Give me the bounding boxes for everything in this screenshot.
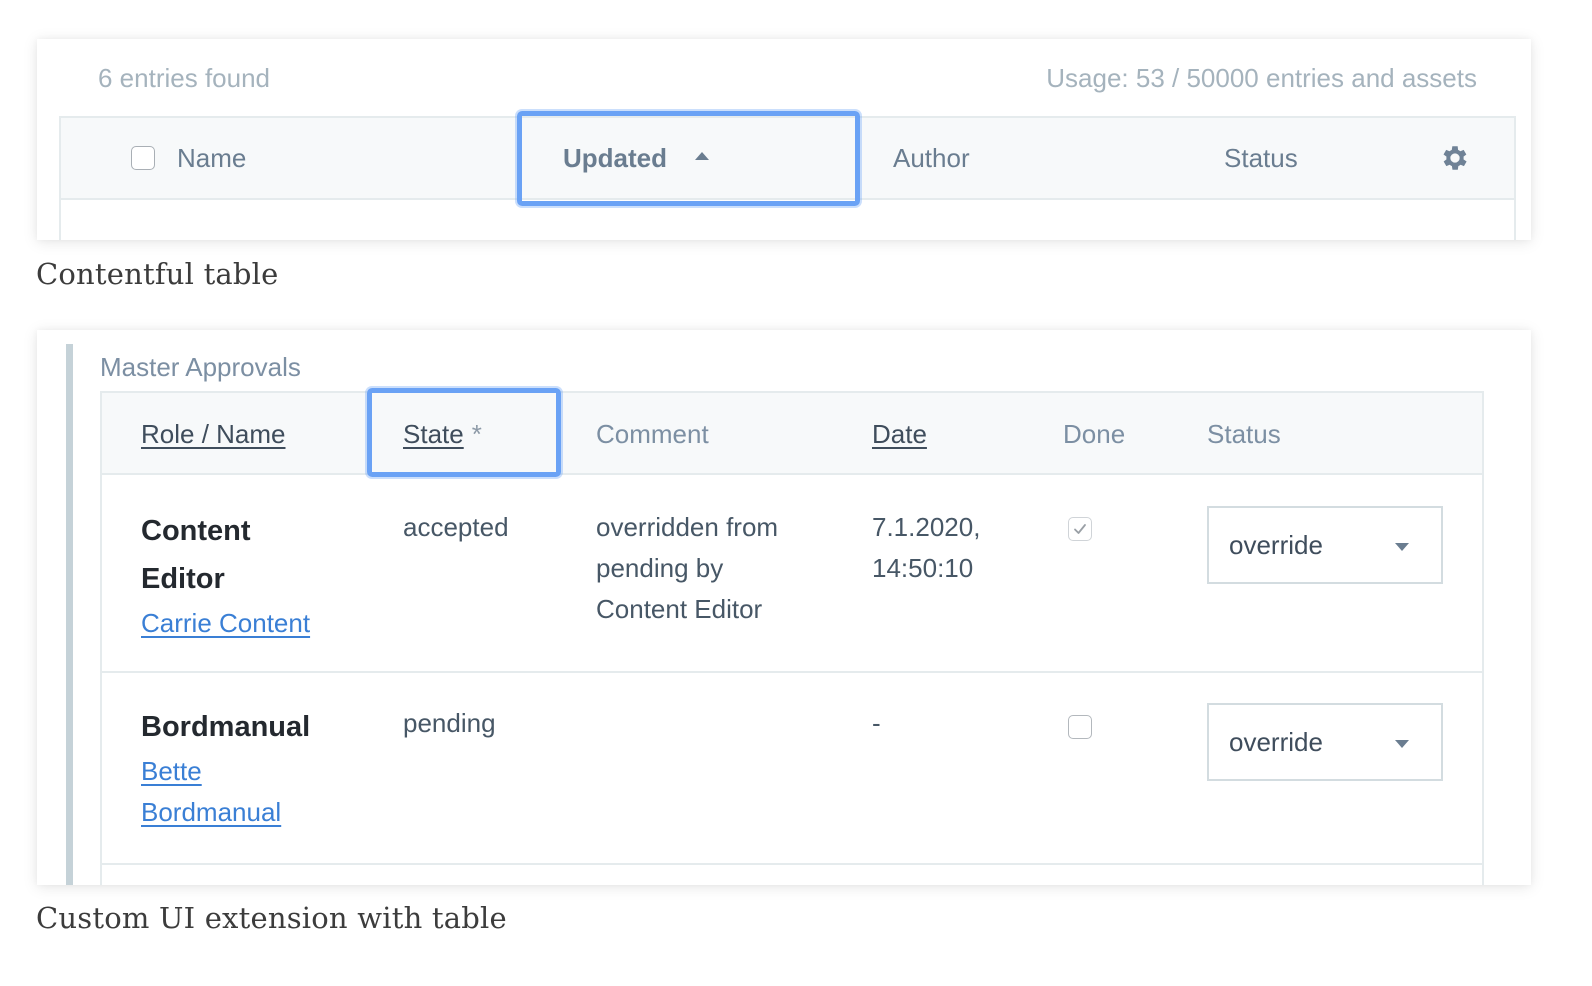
role-label: Bordmanual	[141, 711, 311, 743]
table-row: Content Editor Carrie Content accepted o…	[102, 475, 1482, 673]
role-label: Content Editor	[141, 515, 251, 595]
table-row: Bordmanual Bette Bordmanual pending - ov…	[102, 673, 1482, 865]
focus-highlight	[367, 388, 561, 477]
date-cell: 7.1.2020, 14:50:10	[872, 512, 981, 583]
done-checkbox[interactable]	[1068, 715, 1092, 739]
column-header-author[interactable]: Author	[893, 118, 970, 198]
comment-cell: overridden from pending by Content Edito…	[596, 512, 779, 624]
user-link[interactable]: Bette Bordmanual	[141, 751, 310, 833]
role-name-cell: Content Editor Carrie Content	[141, 507, 310, 644]
column-label: Status	[1224, 142, 1298, 173]
select-all-checkbox[interactable]	[131, 146, 155, 170]
table-header: Role / Name State * Comment Date Done St…	[102, 393, 1482, 475]
user-link[interactable]: Carrie Content	[141, 608, 310, 638]
caption-contentful-table: Contentful table	[36, 257, 279, 291]
focus-highlight	[517, 111, 860, 206]
column-header-date[interactable]: Date	[872, 393, 927, 475]
status-select-value: override	[1229, 726, 1323, 757]
contentful-table-card: 6 entries found Usage: 53 / 50000 entrie…	[37, 39, 1531, 240]
column-header-role-name[interactable]: Role / Name	[141, 393, 286, 475]
column-header-comment: Comment	[596, 418, 709, 449]
checkmark-icon	[1074, 524, 1086, 534]
status-select-value: override	[1229, 529, 1323, 560]
column-header-name[interactable]: Name	[131, 118, 246, 198]
column-label: Name	[177, 142, 247, 173]
section-border	[66, 344, 73, 885]
status-select[interactable]: override	[1207, 703, 1443, 781]
column-header-status[interactable]: Status	[1224, 118, 1298, 198]
approvals-table: Role / Name State * Comment Date Done St…	[100, 391, 1484, 885]
column-label: Author	[893, 142, 970, 173]
entries-count: 6 entries found	[98, 63, 271, 93]
section-title: Master Approvals	[100, 352, 301, 382]
role-name-cell: Bordmanual Bette Bordmanual	[141, 703, 310, 833]
chevron-down-icon	[1395, 740, 1409, 748]
column-header-done: Done	[1063, 418, 1126, 449]
usage-info: Usage: 53 / 50000 entries and assets	[1046, 63, 1477, 93]
gear-icon	[1443, 146, 1467, 170]
caption-custom-extension: Custom UI extension with table	[36, 901, 507, 935]
table-settings-button[interactable]	[1439, 118, 1471, 198]
status-select[interactable]: override	[1207, 506, 1443, 584]
state-cell: accepted	[403, 512, 509, 542]
chevron-down-icon	[1395, 543, 1409, 551]
done-checkbox[interactable]	[1068, 517, 1092, 541]
date-cell: -	[872, 708, 881, 738]
column-header-status: Status	[1207, 418, 1281, 449]
custom-extension-card: Master Approvals Role / Name State * Com…	[37, 330, 1531, 885]
state-cell: pending	[403, 708, 496, 738]
